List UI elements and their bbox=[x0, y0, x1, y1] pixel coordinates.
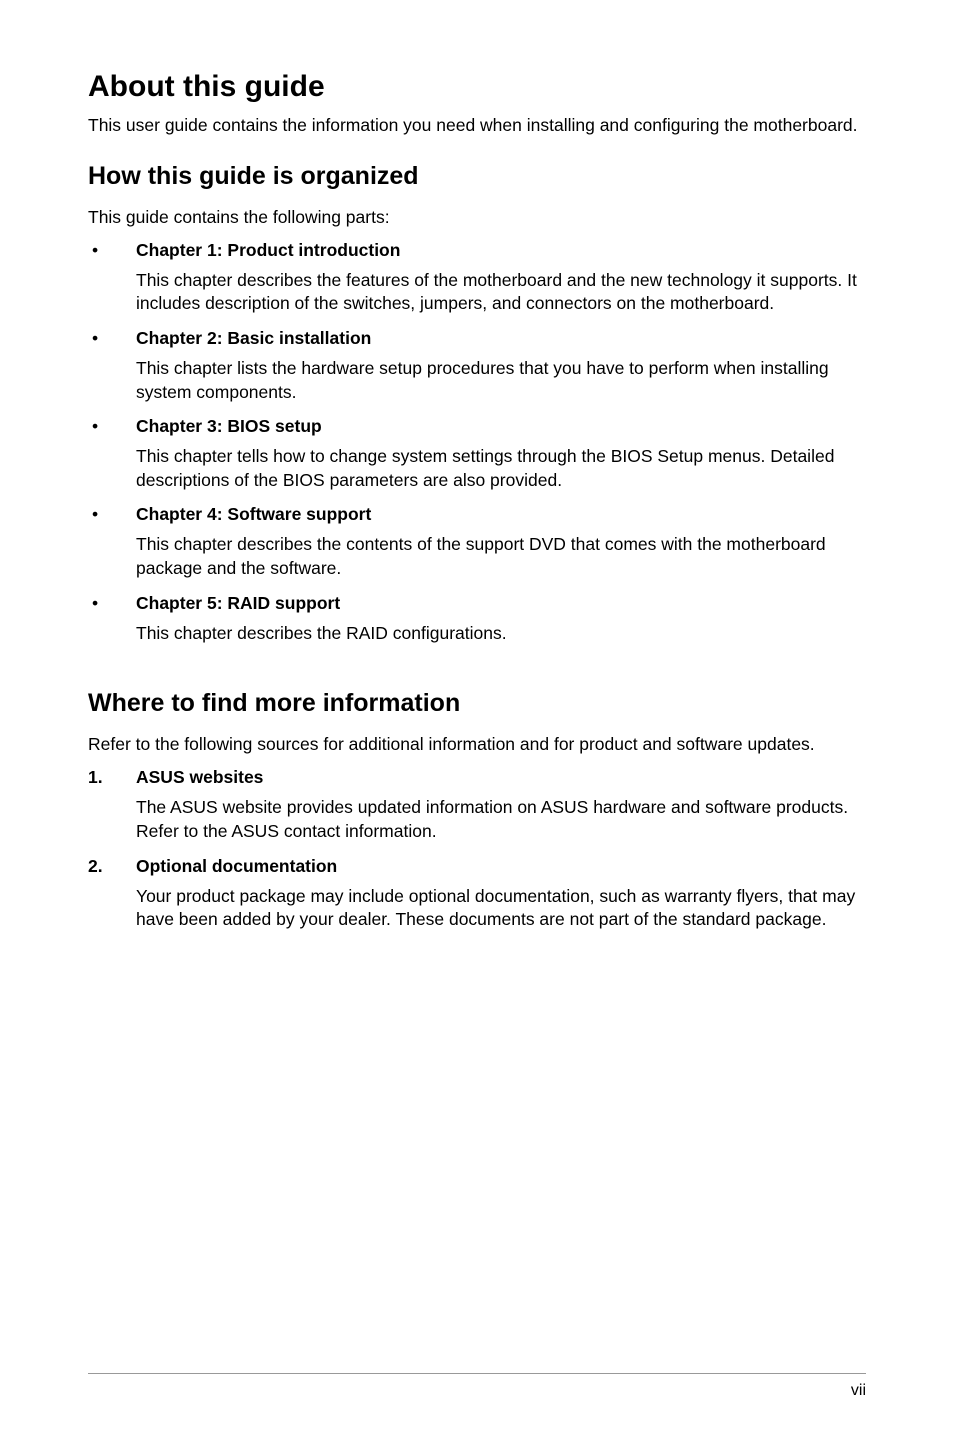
bullet-icon: • bbox=[88, 240, 136, 261]
list-number: 2. bbox=[88, 856, 136, 877]
source-body: Your product package may include optiona… bbox=[136, 885, 866, 932]
list-item: • Chapter 1: Product introduction This c… bbox=[88, 240, 866, 316]
chapter-body: This chapter describes the RAID configur… bbox=[136, 622, 866, 646]
chapter-title: Chapter 2: Basic installation bbox=[136, 328, 371, 349]
chapter-body: This chapter tells how to change system … bbox=[136, 445, 866, 492]
chapter-title: Chapter 1: Product introduction bbox=[136, 240, 400, 261]
chapter-title: Chapter 3: BIOS setup bbox=[136, 416, 322, 437]
chapter-body: This chapter lists the hardware setup pr… bbox=[136, 357, 866, 404]
chapter-title: Chapter 5: RAID support bbox=[136, 593, 340, 614]
chapter-body: This chapter describes the contents of t… bbox=[136, 533, 866, 580]
chapter-title: Chapter 4: Software support bbox=[136, 504, 371, 525]
list-item: • Chapter 3: BIOS setup This chapter tel… bbox=[88, 416, 866, 492]
bullet-icon: • bbox=[88, 416, 136, 437]
bullet-icon: • bbox=[88, 328, 136, 349]
list-item: • Chapter 2: Basic installation This cha… bbox=[88, 328, 866, 404]
section1-intro: This guide contains the following parts: bbox=[88, 207, 866, 228]
source-body: The ASUS website provides updated inform… bbox=[136, 796, 866, 843]
section2-heading: Where to find more information bbox=[88, 689, 866, 718]
list-item: 1. ASUS websites The ASUS website provid… bbox=[88, 767, 866, 843]
bullet-icon: • bbox=[88, 504, 136, 525]
list-item: • Chapter 5: RAID support This chapter d… bbox=[88, 593, 866, 646]
list-number: 1. bbox=[88, 767, 136, 788]
page-footer: vii bbox=[88, 1373, 866, 1400]
section1-heading: How this guide is organized bbox=[88, 162, 866, 191]
page-title: About this guide bbox=[88, 70, 866, 104]
list-item: • Chapter 4: Software support This chapt… bbox=[88, 504, 866, 580]
page-intro: This user guide contains the information… bbox=[88, 114, 866, 138]
section2-intro: Refer to the following sources for addit… bbox=[88, 734, 866, 755]
source-title: ASUS websites bbox=[136, 767, 263, 788]
list-item: 2. Optional documentation Your product p… bbox=[88, 856, 866, 932]
page-number: vii bbox=[851, 1382, 866, 1399]
chapter-body: This chapter describes the features of t… bbox=[136, 269, 866, 316]
bullet-icon: • bbox=[88, 593, 136, 614]
source-title: Optional documentation bbox=[136, 856, 337, 877]
